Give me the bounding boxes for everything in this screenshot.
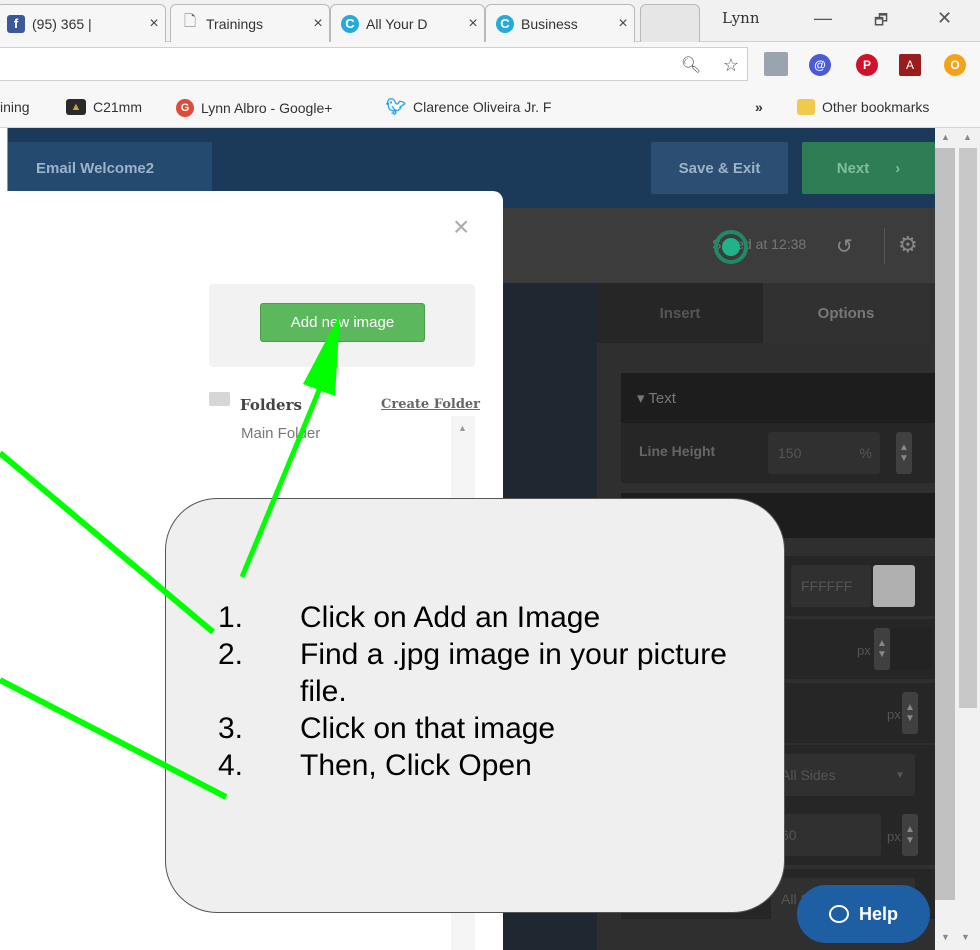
help-label: Help [858,903,898,924]
arrow-line [239,387,323,578]
arrowhead-icon [303,314,340,396]
chat-bubble-icon [828,905,849,923]
help-button[interactable]: Help [797,885,930,943]
annotation-arrows [0,314,340,800]
arrow-line [0,677,228,800]
arrow-line [0,450,215,635]
